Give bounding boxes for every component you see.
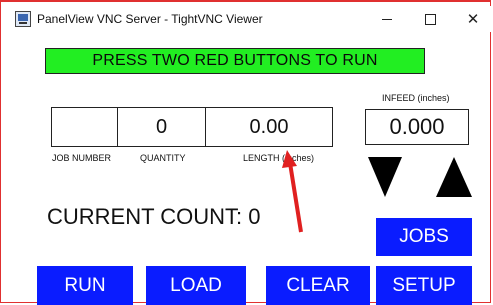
quantity-label: QUANTITY <box>140 153 186 163</box>
quantity-field[interactable]: 0 <box>117 107 206 147</box>
length-field[interactable]: 0.00 <box>205 107 333 147</box>
load-button[interactable]: LOAD <box>146 266 246 305</box>
jobs-button[interactable]: JOBS <box>376 218 472 256</box>
current-count-display: CURRENT COUNT: 0 <box>47 204 261 229</box>
close-button[interactable]: ✕ <box>452 6 493 32</box>
window-title: PanelView VNC Server - TightVNC Viewer <box>37 12 263 26</box>
screenshot-border <box>0 0 491 303</box>
run-instruction-banner: PRESS TWO RED BUTTONS TO RUN <box>45 48 425 74</box>
infeed-field[interactable]: 0.000 <box>365 109 469 145</box>
vnc-viewer-icon <box>15 11 31 27</box>
close-icon: ✕ <box>466 10 480 28</box>
infeed-label: INFEED (inches) <box>382 93 450 103</box>
setup-button[interactable]: SETUP <box>376 266 472 305</box>
job-number-field[interactable] <box>51 107 118 147</box>
clear-button[interactable]: CLEAR <box>266 266 370 305</box>
minimize-icon <box>382 18 392 20</box>
infeed-up-arrow-button[interactable] <box>436 157 472 197</box>
maximize-button[interactable] <box>409 6 451 32</box>
infeed-down-arrow-button[interactable] <box>368 157 402 197</box>
maximize-icon <box>424 13 436 25</box>
job-number-label: JOB NUMBER <box>52 153 112 163</box>
window-titlebar[interactable]: PanelView VNC Server - TightVNC Viewer ✕ <box>12 6 493 32</box>
minimize-button[interactable] <box>366 6 408 32</box>
run-button[interactable]: RUN <box>37 266 133 305</box>
length-label: LENGTH (inches) <box>243 153 315 163</box>
